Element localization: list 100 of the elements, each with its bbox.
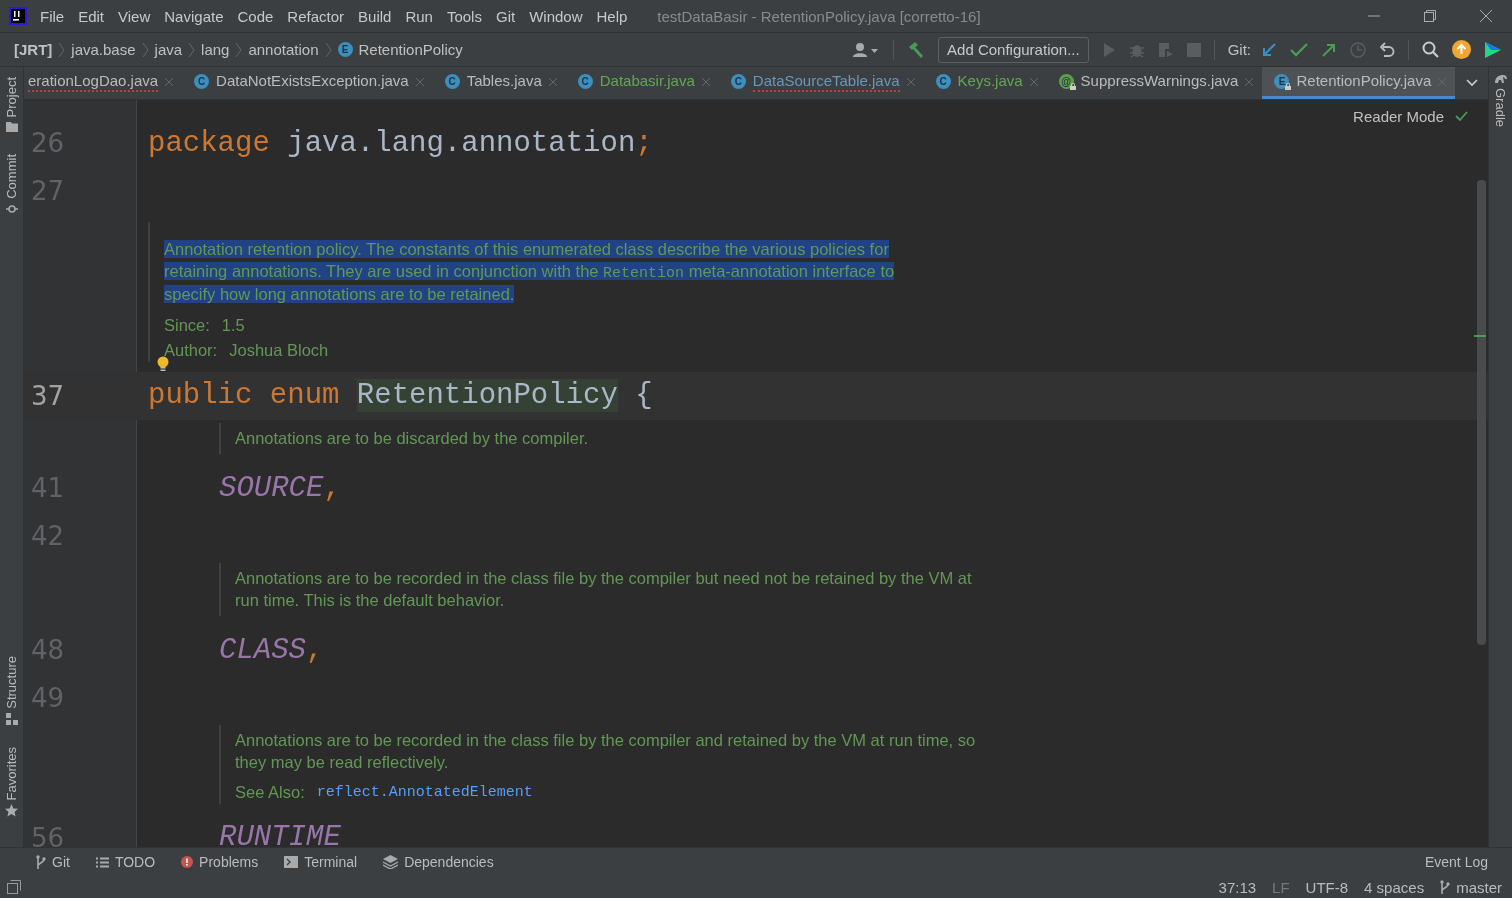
toolbox-logo-icon[interactable] <box>1484 40 1502 59</box>
tool-window-button[interactable]: Terminal <box>284 854 358 870</box>
error-icon <box>181 856 194 868</box>
doc-tag-label: Author: <box>164 340 218 361</box>
check-icon <box>1455 111 1468 122</box>
editor-tab[interactable]: C DataSourceTable.java <box>718 67 924 99</box>
tool-window-button[interactable]: Dependencies <box>383 854 494 870</box>
chevron-icon <box>235 41 243 58</box>
chevron-down-icon[interactable] <box>1466 79 1478 87</box>
breadcrumb[interactable]: java.base <box>71 41 136 58</box>
run-icon[interactable] <box>1101 41 1116 58</box>
doc-tag-value: Joshua Bloch <box>229 340 329 361</box>
tab-label: erationLogDao.java <box>28 71 159 92</box>
chevron-icon <box>188 41 196 58</box>
menu-item[interactable]: Code <box>237 7 274 25</box>
tool-window-button[interactable]: Git <box>36 854 70 870</box>
structure-icon <box>5 712 18 725</box>
tab-label: Keys.java <box>957 71 1023 91</box>
menu-item[interactable]: Window <box>529 7 583 25</box>
lightbulb-icon[interactable] <box>157 355 169 372</box>
editor-tab[interactable]: @ SuppressWarnings.java <box>1046 67 1263 99</box>
branch-icon <box>1440 880 1451 894</box>
doc-tag-value: 1.5 <box>221 314 245 336</box>
app-logo-icon <box>9 7 27 25</box>
menu-item[interactable]: Edit <box>78 7 105 25</box>
editor-tab[interactable]: C DataNotExistsException.java <box>182 67 433 99</box>
commit-check-icon[interactable] <box>1290 41 1308 58</box>
code-line: RUNTIME <box>219 821 341 847</box>
editor-tab[interactable]: E RetentionPolicy.java <box>1262 67 1456 99</box>
stop-icon[interactable] <box>1186 42 1201 57</box>
close-icon[interactable] <box>1480 10 1492 22</box>
indent-setting[interactable]: 4 spaces <box>1364 878 1425 896</box>
scrollbar[interactable] <box>1477 180 1486 645</box>
branch-icon <box>36 855 46 869</box>
class-icon: C <box>935 74 951 89</box>
chevron-icon <box>58 41 66 58</box>
change-marker <box>1474 335 1486 337</box>
coverage-icon[interactable] <box>1157 41 1174 58</box>
add-configuration-button[interactable]: Add Configuration... <box>938 36 1089 63</box>
restore-icon[interactable] <box>1424 10 1436 22</box>
tab-label: Tables.java <box>466 71 542 91</box>
doc-text: Annotations are to be discarded by the compiler. <box>235 427 590 449</box>
hammer-icon[interactable] <box>907 40 926 59</box>
terminal-icon <box>284 856 299 868</box>
menu-item[interactable]: Build <box>358 7 392 25</box>
class-icon: C <box>577 74 593 89</box>
menu-item[interactable]: File <box>40 7 65 25</box>
menu-item[interactable]: Refactor <box>287 7 345 25</box>
reader-mode-link[interactable]: Reader Mode <box>1353 108 1444 125</box>
menu-item[interactable]: View <box>118 7 151 25</box>
history-icon[interactable] <box>1350 41 1366 58</box>
update-project-icon[interactable] <box>1261 41 1277 58</box>
menu-item[interactable]: Git <box>495 7 516 25</box>
breadcrumb[interactable]: lang <box>201 41 230 58</box>
breadcrumb[interactable]: annotation <box>248 41 319 58</box>
editor-tab[interactable]: C Tables.java <box>432 67 566 99</box>
tab-label: DataSourceTable.java <box>752 71 900 92</box>
tool-window-button[interactable]: Project <box>4 77 19 133</box>
panel-toggle-icon[interactable] <box>7 880 21 894</box>
tool-window-button[interactable]: TODO <box>95 854 156 870</box>
menu-item[interactable]: Navigate <box>164 7 224 25</box>
push-icon[interactable] <box>1321 41 1337 58</box>
tool-window-button[interactable]: Problems <box>181 854 259 870</box>
tab-label: SuppressWarnings.java <box>1080 71 1239 91</box>
doc-tag-label: See Also: <box>235 782 305 803</box>
breadcrumb[interactable]: [JRT] <box>14 41 53 58</box>
git-label: Git: <box>1227 41 1251 58</box>
menu-item[interactable]: Tools <box>446 7 482 25</box>
lock-icon <box>1069 83 1076 90</box>
doc-link[interactable]: reflect.AnnotatedElement <box>316 782 533 804</box>
file-encoding[interactable]: UTF-8 <box>1305 878 1349 896</box>
tab-label: Databasir.java <box>599 71 695 91</box>
star-icon <box>5 804 18 817</box>
class-icon: C <box>444 74 460 89</box>
doc-text: Annotation retention policy. The constants of this enumerated class describe the various policies for retaining annotations. They are used in conjunction with the Retention meta-annotation interface to specify how long annotations are to be retained. <box>164 239 896 305</box>
search-icon[interactable] <box>1422 41 1439 58</box>
lock-icon <box>1285 83 1292 90</box>
update-available-icon[interactable] <box>1452 40 1471 59</box>
breadcrumb[interactable]: java <box>154 41 183 58</box>
caret-position[interactable]: 37:13 <box>1218 878 1257 896</box>
doc-tag-label: Since: <box>164 314 210 336</box>
doc-text: Annotations are to be recorded in the class file by the compiler and retained by the VM at run time, so they may be read reflectively. <box>235 730 977 773</box>
editor-tab[interactable]: C Databasir.java <box>565 67 719 99</box>
user-dropdown-icon[interactable] <box>852 41 881 58</box>
git-branch-widget[interactable]: master <box>1440 878 1502 896</box>
tool-window-button[interactable]: Structure <box>4 655 19 725</box>
editor-tab[interactable]: erationLogDao.java <box>24 67 183 99</box>
tool-window-button[interactable]: Gradle <box>1493 73 1508 128</box>
rollback-icon[interactable] <box>1379 41 1395 58</box>
event-log-button[interactable]: Event Log <box>1424 854 1488 870</box>
code-line: public enum RetentionPolicy { <box>148 379 653 412</box>
tool-window-button[interactable]: Favorites <box>4 746 19 817</box>
editor-tab[interactable]: C Keys.java <box>923 67 1047 99</box>
menu-item[interactable]: Help <box>596 7 628 25</box>
window-title: testDataBasir - RetentionPolicy.java [corretto-16] <box>657 7 981 25</box>
class-icon: C <box>730 74 746 89</box>
doc-text: Annotations are to be recorded in the class file by the compiler but need not be retained by the VM at run time. This is the default behavior. <box>235 568 973 611</box>
breadcrumb[interactable]: RetentionPolicy <box>358 41 463 58</box>
tool-window-button[interactable]: Commit <box>4 154 19 216</box>
menu-item[interactable]: Run <box>405 7 433 25</box>
